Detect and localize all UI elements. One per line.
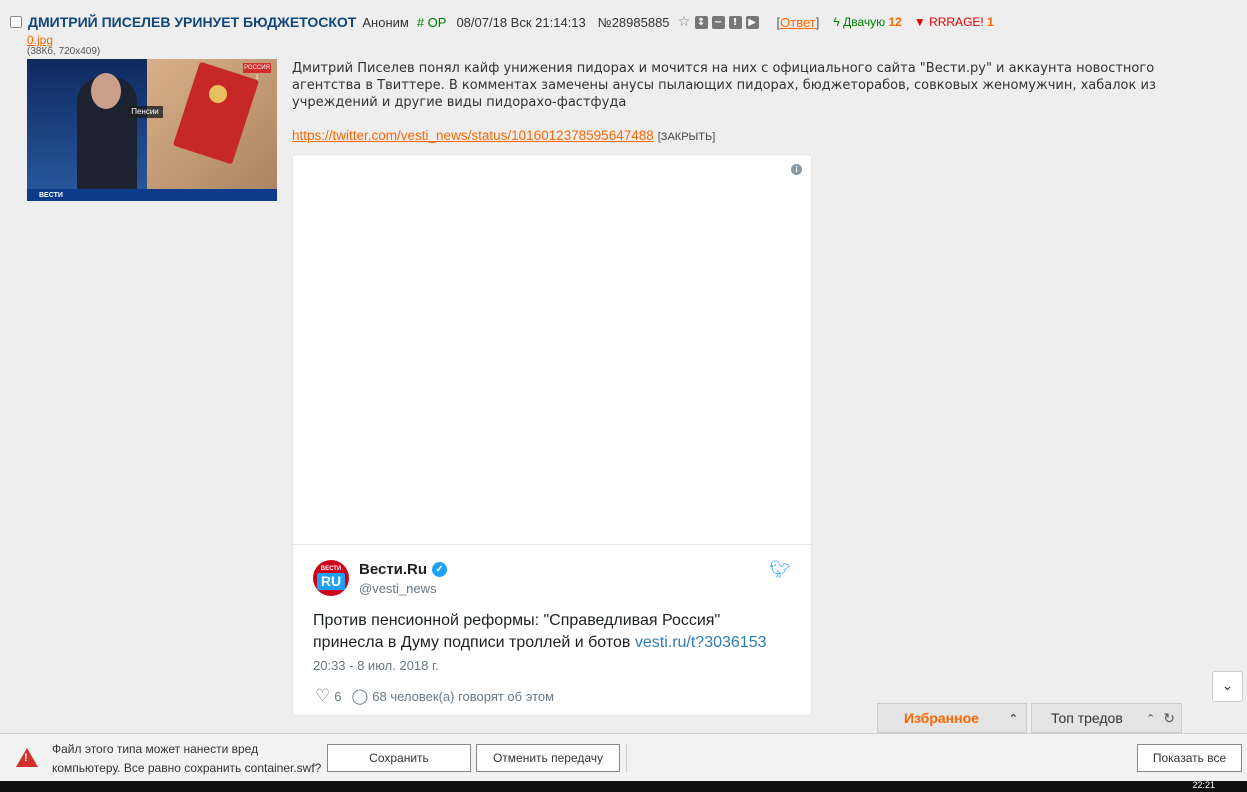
avatar-label: ВЕСТИ (320, 566, 342, 572)
comment-icon[interactable]: ◯ (351, 687, 368, 705)
play-icon[interactable]: ▶ (745, 15, 759, 29)
tweet-actions: ♡ 6 ◯ 68 человек(а) говорят об этом (315, 686, 554, 706)
post-number[interactable]: №28985885 (598, 15, 670, 30)
thumbs-down-icon: ▼ (913, 15, 926, 29)
post-checkbox[interactable] (10, 16, 22, 28)
tweet-text: Против пенсионной реформы: "Справедливая… (313, 610, 793, 654)
tweet-likes: 6 (334, 688, 342, 704)
dislike-button[interactable]: ▼ RRRAGE! 1 (914, 15, 994, 29)
warning-icon: ! (16, 748, 38, 767)
reply-link-wrapper: [Ответ] (776, 14, 820, 30)
save-button[interactable]: Сохранить (327, 744, 471, 772)
dislike-label: RRRAGE! (929, 15, 984, 29)
tweet-divider (293, 544, 811, 545)
thumb-logo: ВЕСТИ (39, 192, 63, 199)
file-meta: (38Кб, 720x409) (27, 46, 101, 57)
like-label: Двачую (843, 15, 886, 29)
file-link[interactable]: 0.jpg (27, 33, 53, 47)
avatar-ru: RU (317, 573, 345, 590)
thumb-channel: РОССИЯ 1 (243, 63, 271, 81)
tweet-author[interactable]: Вести.Ru ✓ (359, 561, 448, 578)
post-subject: ДМИТРИЙ ПИСЕЛЕВ УРИНУЕТ БЮДЖЕТОСКОТ (28, 14, 357, 30)
download-warning: Файл этого типа может нанести вред компь… (52, 742, 322, 775)
dislike-count: 1 (987, 15, 994, 29)
tweet-link[interactable]: vesti.ru/t?3036153 (635, 634, 767, 651)
tweet-avatar[interactable]: ВЕСТИ RU (313, 560, 349, 596)
cancel-download-button[interactable]: Отменить передачу (476, 744, 620, 772)
twitter-bird-icon[interactable]: 🐦︎ (769, 560, 791, 580)
heart-icon[interactable]: ♡ (315, 686, 330, 706)
tweet-date[interactable]: 20:33 - 8 июл. 2018 г. (313, 658, 439, 673)
refresh-icon[interactable]: ↻ (1163, 710, 1175, 727)
expand-icon[interactable]: ↕ (694, 15, 708, 29)
hide-icon[interactable]: − (711, 15, 725, 29)
star-icon[interactable]: ☆ (678, 15, 691, 29)
report-icon[interactable]: ! (728, 15, 742, 29)
twitter-link-row: https://twitter.com/vesti_news/status/10… (292, 128, 715, 143)
thumb-tag: Пенсии (127, 106, 163, 118)
like-button[interactable]: ϟ Двачую 12 (833, 15, 901, 29)
twitter-link[interactable]: https://twitter.com/vesti_news/status/10… (292, 128, 654, 143)
info-icon[interactable]: i (791, 164, 802, 175)
like-count: 12 (888, 15, 902, 29)
close-embed-button[interactable]: [ЗАКРЫТЬ] (658, 131, 716, 143)
lightning-icon: ϟ (833, 15, 840, 29)
thumb-bottom-bar (27, 189, 277, 201)
post-text: Дмитрий Писелев понял кайф унижения пидо… (292, 61, 1156, 110)
taskbar-clock[interactable]: 22:21 (1192, 781, 1215, 790)
tweet-author-name: Вести.Ru (359, 561, 428, 578)
poster-name: Аноним (362, 14, 409, 30)
chevron-up-icon[interactable]: ⌃ (1146, 712, 1155, 725)
thumb-presenter-face (91, 73, 121, 109)
scroll-down-button[interactable]: ⌄ (1212, 671, 1243, 702)
post-header: ДМИТРИЙ ПИСЕЛЕВ УРИНУЕТ БЮДЖЕТОСКОТ Анон… (10, 12, 1247, 32)
download-separator (626, 744, 627, 772)
op-badge: # OP (416, 14, 447, 30)
tab-favorites[interactable]: Избранное ⌃ (877, 703, 1027, 733)
post-thumbnail[interactable]: Пенсии РОССИЯ 1 ВЕСТИ (27, 59, 277, 201)
tab-top-threads-label: Топ тредов (1051, 710, 1123, 726)
post-date: 08/07/18 Вск 21:14:13 (456, 14, 586, 30)
chevron-up-icon[interactable]: ⌃ (1009, 712, 1018, 725)
chevron-down-icon: ⌄ (1221, 678, 1234, 694)
reply-link[interactable]: Ответ (780, 15, 816, 30)
show-all-button[interactable]: Показать все (1137, 744, 1242, 772)
tab-top-threads[interactable]: Топ тредов ⌃ ↻ (1031, 703, 1182, 733)
tweet-handle[interactable]: @vesti_news (359, 581, 437, 596)
tab-favorites-label: Избранное (904, 710, 979, 726)
tweet-comments[interactable]: 68 человек(а) говорят об этом (372, 689, 554, 704)
taskbar: 22:21 (0, 781, 1247, 792)
bottom-tabs: Избранное ⌃ Топ тредов ⌃ ↻ (877, 703, 1182, 733)
verified-icon: ✓ (432, 562, 448, 577)
tweet-embed: i ВЕСТИ RU Вести.Ru ✓ @vesti_news 🐦︎ Про… (292, 154, 812, 716)
download-bar: ! Файл этого типа может нанести вред ком… (0, 733, 1247, 781)
